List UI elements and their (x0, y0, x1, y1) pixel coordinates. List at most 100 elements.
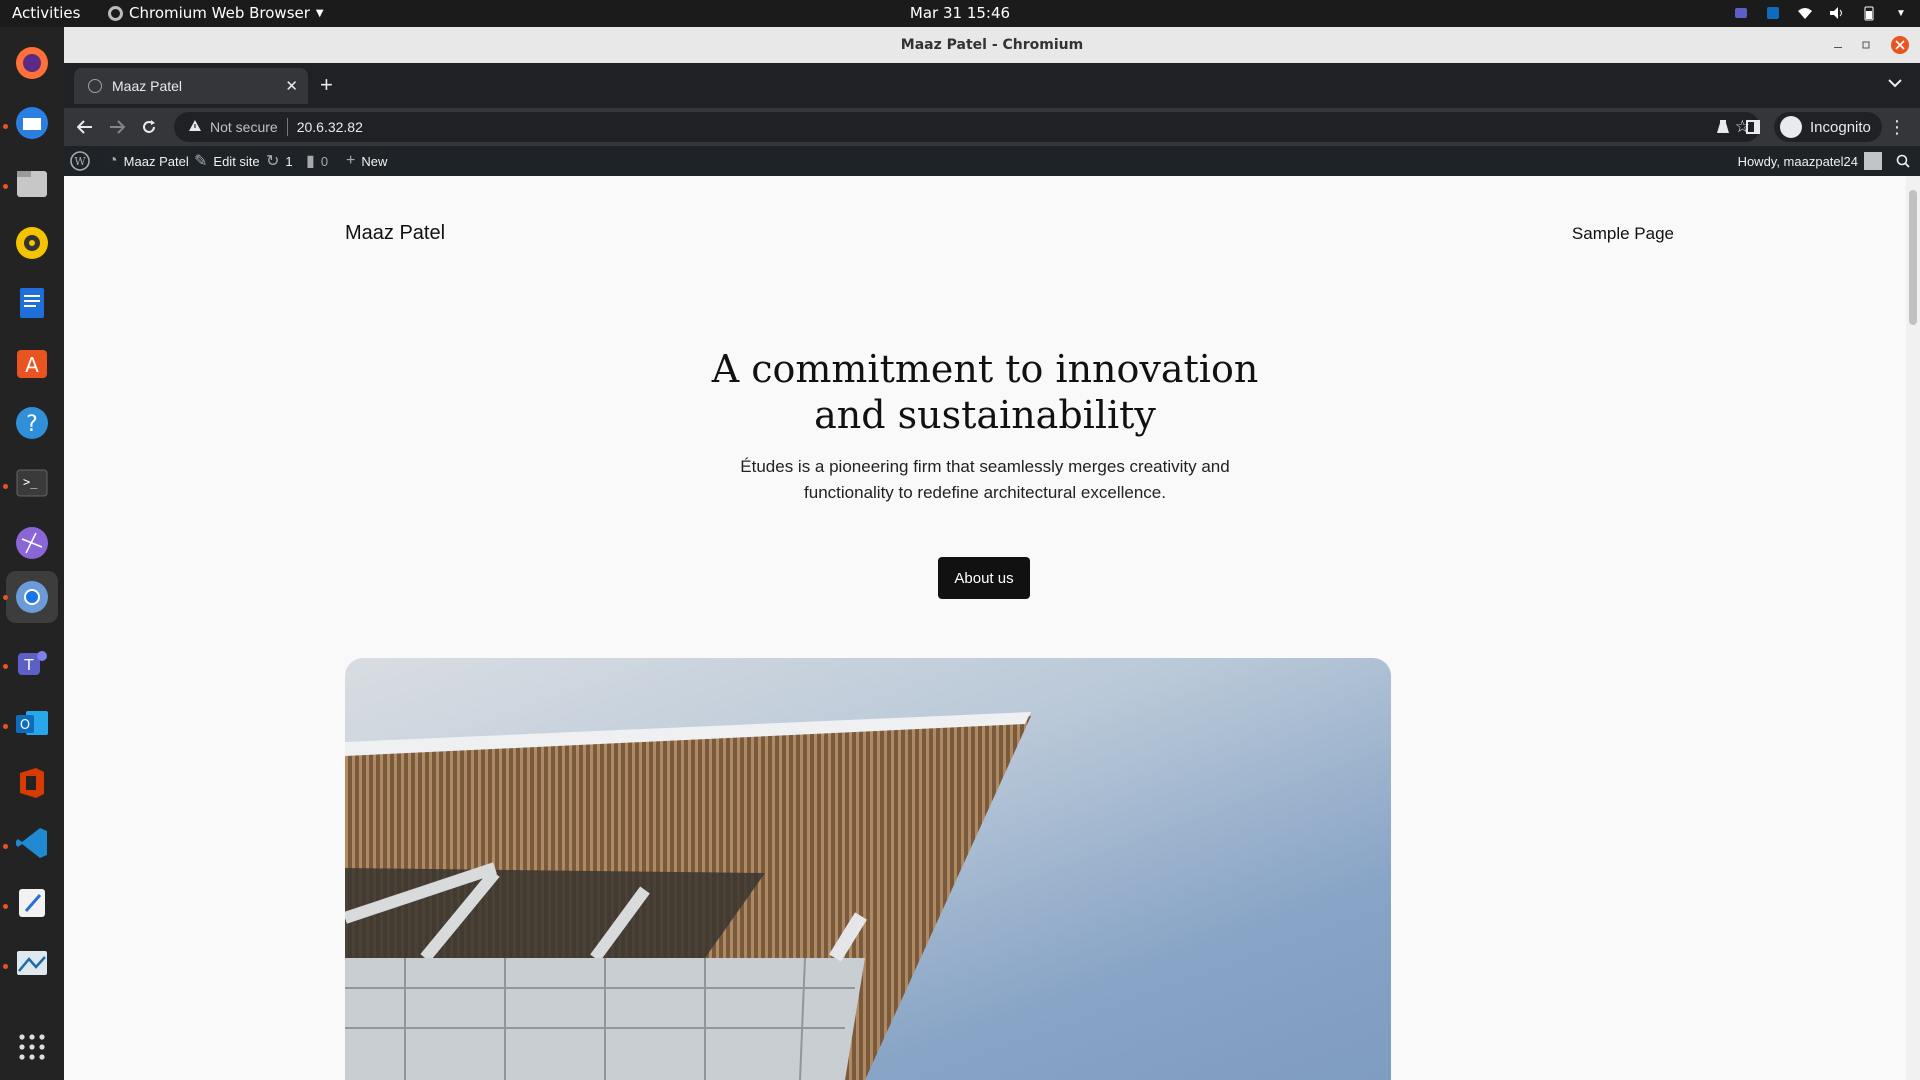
plus-icon: + (346, 152, 356, 169)
security-label[interactable]: Not secure (210, 119, 278, 135)
system-tray[interactable]: ▼ (1732, 4, 1910, 22)
wp-updates[interactable]: ↻ 1 (266, 146, 293, 176)
text-editor-icon[interactable] (12, 883, 52, 923)
howdy-label: Howdy, maazpatel24 (1737, 153, 1858, 169)
hero-title-line: A commitment to innovation (711, 347, 1259, 391)
back-button[interactable] (74, 116, 96, 138)
tab-strip: Maaz Patel ✕ + (64, 63, 1920, 108)
svg-text:>_: >_ (23, 475, 38, 489)
app-menu-label: Chromium Web Browser (129, 4, 310, 22)
edit-brush-icon: ✎ (194, 153, 208, 170)
wp-edit-site[interactable]: ✎ Edit site (194, 146, 260, 176)
hero-description: Études is a pioneering firm that seamles… (64, 454, 1906, 506)
reload-button[interactable] (138, 116, 160, 138)
wifi-icon[interactable] (1796, 4, 1814, 22)
wp-new-label: New (361, 153, 388, 169)
running-indicator (3, 484, 8, 489)
help-icon[interactable]: ? (12, 403, 52, 443)
office-icon[interactable] (12, 763, 52, 803)
system-top-bar: Activities Chromium Web Browser ▼ Mar 31… (0, 0, 1920, 27)
divider (286, 118, 288, 136)
minimize-button[interactable] (1832, 27, 1844, 63)
rhythmbox-icon[interactable] (12, 223, 52, 263)
svg-text:A: A (25, 353, 39, 377)
nav-sample-page[interactable]: Sample Page (1572, 224, 1674, 244)
wp-site-name-label: Maaz Patel (123, 153, 189, 169)
svg-text:O: O (20, 718, 30, 733)
address-bar[interactable]: Not secure 20.6.32.82 ☆ (174, 112, 1760, 142)
activities-button[interactable]: Activities (12, 4, 80, 22)
more-menu-icon[interactable]: ⋮ (1888, 117, 1906, 138)
chromium-icon[interactable] (6, 571, 58, 623)
running-indicator (3, 124, 8, 129)
wp-admin-bar: W ◔ Maaz Patel ✎ Edit site ↻ 1 ▮ 0 + New Howd… (64, 146, 1920, 176)
window-titlebar[interactable]: Maaz Patel - Chromium (64, 27, 1920, 63)
hero-building-image (345, 658, 1391, 1080)
teams-icon[interactable]: T (12, 643, 52, 683)
side-panel-icon[interactable] (1742, 116, 1764, 138)
page-viewport: Maaz Patel Sample Page A commitment to i… (64, 176, 1906, 1080)
teams-tray-icon[interactable] (1732, 4, 1750, 22)
close-button[interactable] (1890, 27, 1910, 63)
firefox-icon[interactable] (12, 43, 52, 83)
tab-search-button[interactable] (1888, 75, 1902, 91)
url-text[interactable]: 20.6.32.82 (297, 119, 363, 135)
thunderbird-icon[interactable] (12, 103, 52, 143)
vscode-icon[interactable] (12, 823, 52, 863)
wp-new[interactable]: + New (346, 146, 387, 176)
globe-icon (88, 79, 102, 93)
files-icon[interactable] (12, 163, 52, 203)
tab-maaz-patel[interactable]: Maaz Patel ✕ (74, 68, 308, 104)
wp-comments[interactable]: ▮ 0 (306, 146, 328, 176)
new-tab-button[interactable]: + (320, 72, 333, 98)
incognito-badge[interactable]: Incognito (1774, 112, 1882, 142)
page-scrollbar[interactable] (1906, 176, 1920, 1080)
network-icon[interactable] (12, 523, 52, 563)
updates-count: 1 (285, 153, 293, 169)
screenshot-icon[interactable] (12, 943, 52, 983)
svg-text:?: ? (26, 412, 38, 437)
maximize-button[interactable] (1860, 27, 1872, 63)
tab-close-icon[interactable]: ✕ (285, 77, 298, 95)
incognito-label: Incognito (1810, 118, 1871, 136)
volume-icon[interactable] (1828, 4, 1846, 22)
hero-text-line: Études is a pioneering firm that seamles… (740, 457, 1230, 476)
battery-icon[interactable] (1860, 4, 1878, 22)
wordpress-logo-icon[interactable]: W (70, 146, 90, 176)
chevron-down-icon: ▼ (315, 7, 324, 19)
wp-edit-site-label: Edit site (213, 153, 260, 169)
comment-icon: ▮ (306, 153, 315, 170)
running-indicator (3, 664, 8, 669)
hero-title: A commitment to innovation and sustainab… (64, 346, 1906, 438)
running-indicator (3, 904, 8, 909)
outlook-icon[interactable]: O (12, 703, 52, 743)
running-indicator (3, 964, 8, 969)
scrollbar-thumb[interactable] (1909, 190, 1917, 325)
app-menu[interactable]: Chromium Web Browser ▼ (108, 4, 324, 22)
outlook-tray-icon[interactable] (1764, 4, 1782, 22)
app-center-icon[interactable]: A (12, 343, 52, 383)
window-title: Maaz Patel - Chromium (900, 37, 1084, 53)
warning-icon[interactable] (188, 119, 202, 135)
browser-window: Maaz Patel - Chromium Maaz Patel ✕ + Not… (64, 27, 1920, 1080)
browser-toolbar: Not secure 20.6.32.82 ☆ Incognito ⋮ (64, 108, 1920, 146)
terminal-icon[interactable]: >_ (12, 463, 52, 503)
tab-title: Maaz Patel (112, 78, 183, 94)
running-indicator (3, 844, 8, 849)
show-apps-icon[interactable] (12, 1027, 52, 1067)
site-title[interactable]: Maaz Patel (345, 222, 445, 245)
updates-icon: ↻ (266, 153, 280, 170)
chevron-down-icon[interactable]: ▼ (1892, 4, 1910, 22)
running-indicator (3, 724, 8, 729)
wp-search-icon[interactable] (1896, 146, 1910, 176)
writer-icon[interactable] (12, 283, 52, 323)
chromium-small-icon (108, 5, 123, 21)
dock: A ? >_ T O (0, 27, 64, 1080)
wp-account[interactable]: Howdy, maazpatel24 (1738, 146, 1882, 176)
wp-site-name[interactable]: ◔ Maaz Patel (108, 146, 189, 176)
hero-title-line: and sustainability (814, 393, 1156, 437)
svg-text:W: W (74, 155, 86, 168)
forward-button[interactable] (106, 116, 128, 138)
about-us-button[interactable]: About us (938, 557, 1030, 599)
extensions-icon[interactable] (1712, 116, 1734, 138)
